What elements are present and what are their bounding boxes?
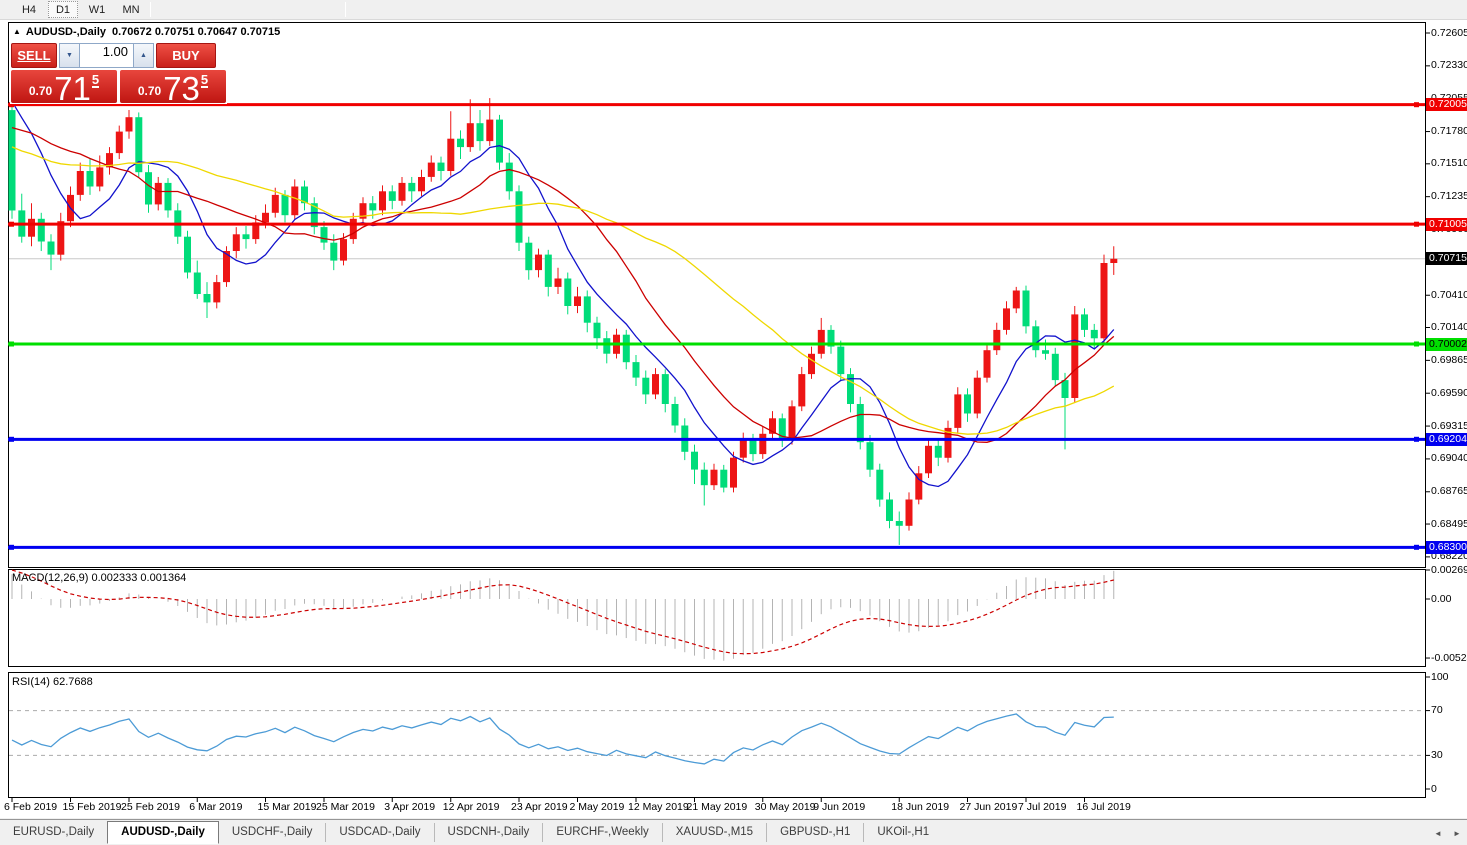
- rsi-axis-label: 70: [1431, 704, 1443, 716]
- date-axis-label: 12 May 2019: [628, 801, 689, 813]
- price-axis-label: 0.72605: [1431, 27, 1467, 39]
- chart-tab-usdchf-daily[interactable]: USDCHF-,Daily: [219, 823, 326, 842]
- timeframe-button-w1[interactable]: W1: [82, 1, 112, 18]
- buy-price-pip: 5: [201, 74, 208, 88]
- sell-price-big: 71: [54, 74, 91, 103]
- toolbar-separator: [345, 2, 346, 17]
- price-axis-label: 0.68495: [1431, 518, 1467, 530]
- chart-tab-audusd-daily[interactable]: AUDUSD-,Daily: [107, 821, 219, 844]
- timeframe-button-h4[interactable]: H4: [14, 1, 44, 18]
- macd-pane[interactable]: [8, 569, 1426, 667]
- one-click-trading-panel: SELL ▼ 1.00 ▲ BUY 0.70 71 5 0.70 73 5: [10, 42, 227, 104]
- date-axis-label: 21 May 2019: [687, 801, 748, 813]
- price-axis-label: 0.70410: [1431, 289, 1467, 301]
- sell-price-prefix: 0.70: [29, 84, 52, 98]
- toolbar-separator: [150, 2, 151, 17]
- sell-price-box[interactable]: 0.70 71 5: [11, 70, 117, 103]
- tab-scroll-left-button[interactable]: ◄: [1430, 826, 1446, 841]
- buy-price-box[interactable]: 0.70 73 5: [120, 70, 226, 103]
- date-axis-label: 27 Jun 2019: [960, 801, 1018, 813]
- price-axis-label: 0.68765: [1431, 485, 1467, 497]
- buy-button[interactable]: BUY: [156, 43, 216, 68]
- macd-axis-label: 0.00: [1431, 593, 1451, 605]
- date-axis-label: 18 Jun 2019: [891, 801, 949, 813]
- price-axis-label: 0.69040: [1431, 452, 1467, 464]
- chart-tab-usdcad-daily[interactable]: USDCAD-,Daily: [325, 823, 433, 842]
- date-axis-label: 7 Jul 2019: [1018, 801, 1066, 813]
- chart-tab-ukoil-h1[interactable]: UKOil-,H1: [863, 823, 942, 842]
- chart-tabbar: ◄ ► EURUSD-,DailyAUDUSD-,DailyUSDCHF-,Da…: [0, 819, 1467, 845]
- chart-tab-gbpusd-h1[interactable]: GBPUSD-,H1: [766, 823, 863, 842]
- arrow-left-icon: ◄: [1434, 829, 1442, 838]
- chart-tab-usdcnh-daily[interactable]: USDCNH-,Daily: [434, 823, 543, 842]
- date-axis-label: 15 Feb 2019: [63, 801, 122, 813]
- date-axis-label: 3 Apr 2019: [384, 801, 435, 813]
- chevron-up-icon: ▲: [140, 52, 147, 59]
- date-axis-label: 25 Feb 2019: [121, 801, 180, 813]
- buy-price-prefix: 0.70: [138, 84, 161, 98]
- macd-axis-label: 0.002694: [1431, 564, 1467, 576]
- price-axis-label: 0.71235: [1431, 190, 1467, 202]
- rsi-indicator-label: RSI(14) 62.7688: [12, 676, 93, 688]
- ohlc-values: 0.70672 0.70751 0.70647 0.70715: [112, 26, 280, 38]
- volume-increase-button[interactable]: ▲: [133, 43, 154, 68]
- timeframe-button-d1[interactable]: D1: [48, 1, 78, 18]
- symbol-header: ▲ AUDUSD-,Daily 0.70672 0.70751 0.70647 0.…: [13, 26, 280, 38]
- price-axis-label: 0.71510: [1431, 157, 1467, 169]
- date-axis-label: 23 Apr 2019: [511, 801, 568, 813]
- price-axis-label: 0.72330: [1431, 59, 1467, 71]
- sell-button[interactable]: SELL: [11, 43, 57, 68]
- timeframe-button-mn[interactable]: MN: [116, 1, 146, 18]
- tab-scroll-right-button[interactable]: ►: [1449, 826, 1465, 841]
- price-axis-label: 0.69315: [1431, 420, 1467, 432]
- rsi-axis-label: 100: [1431, 671, 1449, 683]
- symbol-title: AUDUSD-,Daily: [26, 26, 106, 38]
- date-axis-label: 2 May 2019: [570, 801, 625, 813]
- timeframe-toolbar: H4D1W1MN: [0, 0, 1467, 20]
- arrow-right-icon: ►: [1453, 829, 1461, 838]
- rsi-axis-label: 30: [1431, 749, 1443, 761]
- date-axis-label: 15 Mar 2019: [258, 801, 317, 813]
- volume-input[interactable]: 1.00: [80, 43, 133, 68]
- price-axis-label: 0.71780: [1431, 125, 1467, 137]
- chart-tab-eurchf-weekly[interactable]: EURCHF-,Weekly: [542, 823, 661, 842]
- price-axis-label: 0.69865: [1431, 354, 1467, 366]
- chevron-down-icon: ▼: [66, 52, 73, 59]
- date-axis-label: 30 May 2019: [755, 801, 816, 813]
- price-level-badge: 0.68300: [1426, 541, 1467, 554]
- macd-axis-label: -0.005242: [1431, 652, 1467, 664]
- rsi-axis-label: 0: [1431, 783, 1437, 795]
- chart-tab-xauusd-m15[interactable]: XAUUSD-,M15: [662, 823, 766, 842]
- price-level-badge: 0.72005: [1426, 98, 1467, 111]
- date-axis-label: 6 Mar 2019: [189, 801, 242, 813]
- collapse-arrow-icon[interactable]: ▲: [13, 27, 21, 36]
- volume-decrease-button[interactable]: ▼: [59, 43, 80, 68]
- price-level-badge: 0.70002: [1426, 338, 1467, 351]
- sell-price-pip: 5: [92, 74, 99, 88]
- buy-price-big: 73: [163, 74, 200, 103]
- date-axis-label: 6 Feb 2019: [4, 801, 57, 813]
- price-level-badge: 0.70715: [1426, 252, 1467, 265]
- price-axis-label: 0.70140: [1431, 321, 1467, 333]
- price-level-badge: 0.71005: [1426, 218, 1467, 231]
- price-level-badge: 0.69204: [1426, 433, 1467, 446]
- chart-tab-eurusd-daily[interactable]: EURUSD-,Daily: [0, 823, 107, 842]
- date-axis-label: 25 Mar 2019: [316, 801, 375, 813]
- macd-indicator-label: MACD(12,26,9) 0.002333 0.001364: [12, 572, 186, 584]
- date-axis-label: 16 Jul 2019: [1077, 801, 1131, 813]
- price-axis-label: 0.69590: [1431, 387, 1467, 399]
- rsi-pane[interactable]: [8, 672, 1426, 798]
- date-axis-label: 9 Jun 2019: [813, 801, 865, 813]
- date-axis-label: 12 Apr 2019: [443, 801, 500, 813]
